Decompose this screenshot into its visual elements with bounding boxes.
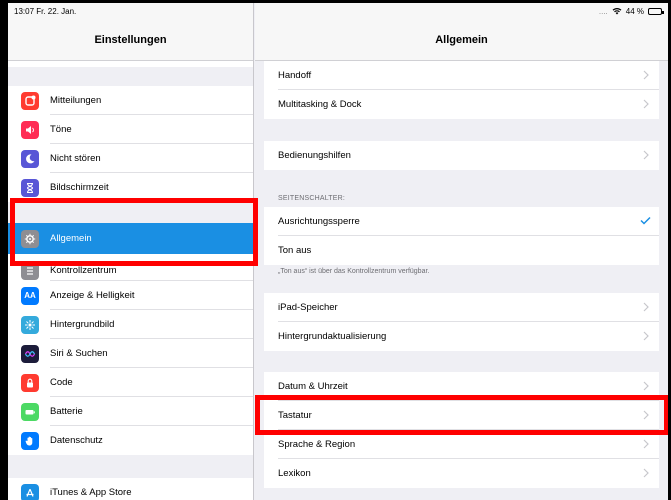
status-time-date: 13:07 Fr. 22. Jan. [14, 6, 77, 16]
checkmark-icon [640, 216, 651, 225]
highlight-box-allgemein [10, 198, 258, 266]
sidebar-item-label: iTunes & App Store [50, 487, 132, 498]
sounds-icon [21, 120, 39, 139]
sidebar-item-nicht-stoeren[interactable]: Nicht stören [8, 144, 253, 173]
chevron-right-icon [643, 99, 649, 109]
sidebar-item-datenschutz[interactable]: Datenschutz [8, 426, 253, 455]
sidebar-item-label: Hintergrundbild [50, 319, 115, 330]
wifi-icon [612, 8, 622, 15]
sidebar-item-anzeige-helligkeit[interactable]: AA Anzeige & Helligkeit [8, 281, 253, 310]
sidebar-title: Einstellungen [94, 34, 167, 46]
sidebar-item-batterie[interactable]: Batterie [8, 397, 253, 426]
row-label: Bedienungshilfen [278, 150, 351, 161]
section-label-seitenschalter: SEITENSCHALTER: [278, 195, 346, 202]
app-store-icon [21, 483, 39, 500]
row-hintergrundaktualisierung[interactable]: Hintergrundaktualisierung [264, 322, 659, 351]
chevron-right-icon [643, 468, 649, 478]
wallpaper-icon [21, 315, 39, 334]
row-label: iPad-Speicher [278, 302, 338, 313]
row-bedienungshilfen[interactable]: Bedienungshilfen [264, 141, 659, 170]
sidebar-item-label: Datenschutz [50, 435, 103, 446]
chevron-right-icon [643, 302, 649, 312]
chevron-right-icon [643, 70, 649, 80]
sidebar-item-label: Mitteilungen [50, 95, 102, 106]
sidebar-item-itunes-app-store[interactable]: iTunes & App Store [8, 478, 253, 500]
lock-icon [21, 373, 39, 392]
signal-indicator: .... [598, 6, 608, 16]
sidebar-prev-row [8, 61, 253, 67]
sidebar-item-label: Nicht stören [50, 153, 101, 164]
row-label: Hintergrundaktualisierung [278, 331, 387, 342]
chevron-right-icon [643, 381, 649, 391]
status-bar: 13:07 Fr. 22. Jan. .... 44 % [8, 3, 668, 19]
notifications-icon [21, 91, 39, 110]
row-label: Sprache & Region [278, 439, 356, 450]
row-label: Multitasking & Dock [278, 99, 362, 110]
sidebar-item-toene[interactable]: Töne [8, 115, 253, 144]
row-label: Datum & Uhrzeit [278, 381, 348, 392]
chevron-right-icon [643, 331, 649, 341]
sidebar-item-label: Anzeige & Helligkeit [50, 290, 135, 301]
highlight-box-tastatur [255, 395, 669, 435]
sidebar-item-label: Code [50, 377, 73, 388]
sidebar-item-label: Bildschirmzeit [50, 182, 109, 193]
hand-icon [21, 431, 39, 450]
battery-indicator-icon [648, 7, 664, 15]
sidebar-group-gap [8, 455, 253, 478]
chevron-right-icon [643, 439, 649, 449]
row-ton-aus[interactable]: Ton aus [264, 236, 659, 265]
row-ipad-speicher[interactable]: iPad-Speicher [264, 293, 659, 322]
status-indicators: .... 44 % [598, 6, 664, 16]
row-lexikon[interactable]: Lexikon [264, 459, 659, 488]
chevron-right-icon [643, 150, 649, 160]
row-handoff[interactable]: Handoff [264, 61, 659, 90]
sidebar-item-label: Kontrollzentrum [50, 265, 117, 276]
sidebar-item-code[interactable]: Code [8, 368, 253, 397]
battery-percent: 44 % [625, 6, 644, 16]
sidebar-item-label: Töne [50, 124, 72, 135]
moon-icon [21, 149, 39, 168]
row-label: Ton aus [278, 245, 312, 256]
row-label: Handoff [278, 70, 312, 81]
row-label: Ausrichtungssperre [278, 216, 360, 227]
sidebar-list: Mitteilungen Töne Nicht stören Bildschir… [8, 86, 253, 500]
sidebar-item-siri-suchen[interactable]: Siri & Suchen [8, 339, 253, 368]
detail-title: Allgemein [435, 34, 488, 46]
row-ausrichtungssperre[interactable]: Ausrichtungssperre [264, 207, 659, 236]
sidebar-item-hintergrundbild[interactable]: Hintergrundbild [8, 310, 253, 339]
display-icon: AA [21, 286, 39, 305]
sidebar-item-label: Siri & Suchen [50, 348, 108, 359]
row-multitasking-dock[interactable]: Multitasking & Dock [264, 90, 659, 119]
siri-icon [21, 344, 39, 363]
footnote-ton-aus: „Ton aus“ ist über das Kontrollzentrum v… [278, 268, 430, 275]
hourglass-icon [21, 178, 39, 197]
sidebar-item-mitteilungen[interactable]: Mitteilungen [8, 86, 253, 115]
row-label: Lexikon [278, 468, 311, 479]
battery-icon [21, 402, 39, 421]
sidebar-item-label: Batterie [50, 406, 83, 417]
